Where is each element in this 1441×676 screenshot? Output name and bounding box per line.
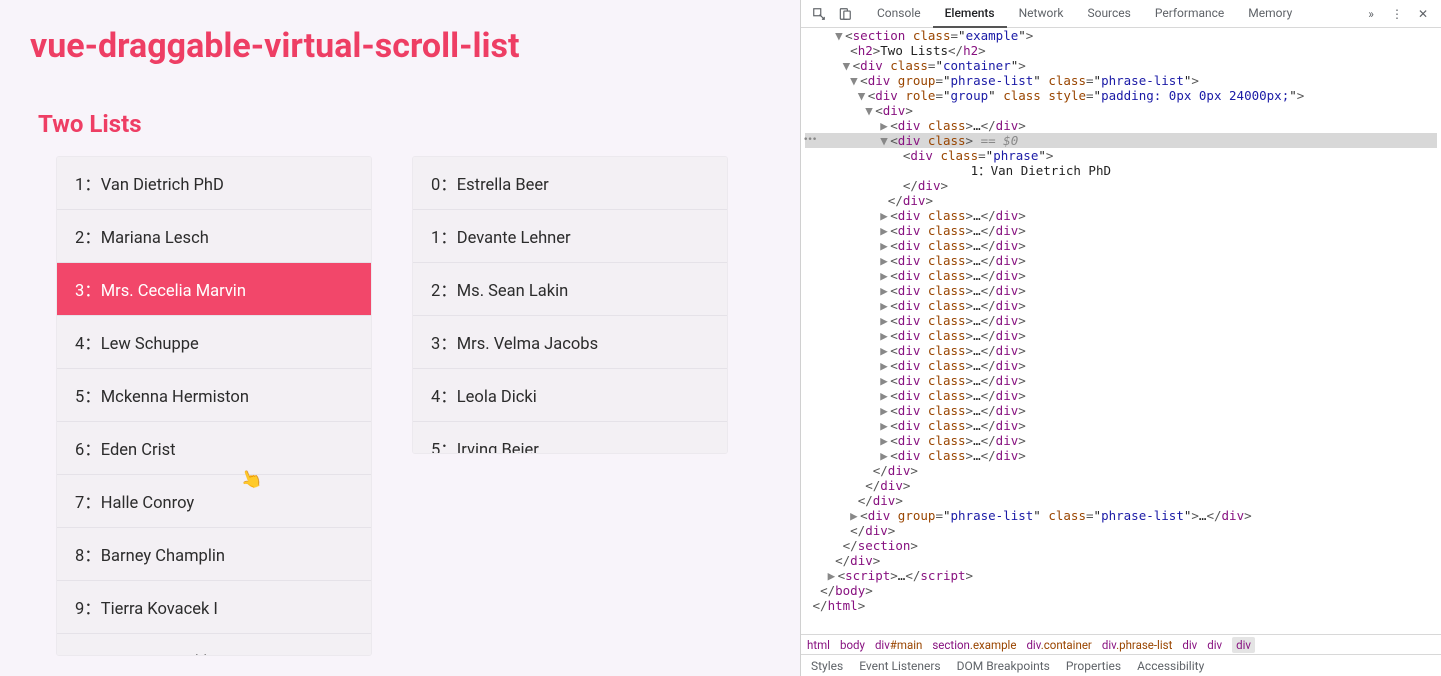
list-item[interactable]: 4：Leola Dicki (413, 369, 727, 422)
breadcrumb[interactable]: html body div#main section.example div.conta… (801, 634, 1441, 654)
dom-tree-line[interactable]: </div> (805, 493, 1437, 508)
dom-tree-line[interactable]: ▶<script>…</script> (805, 568, 1437, 583)
list-item[interactable]: 10：Trenton Hickle (57, 634, 371, 656)
dom-tree-line[interactable]: ▼<section class="example"> (805, 28, 1437, 43)
list-item[interactable]: 1：Devante Lehner (413, 210, 727, 263)
dom-tree-line[interactable]: ▼<div role="group" class style="padding:… (805, 88, 1437, 103)
subtab-dom-breakpoints[interactable]: DOM Breakpoints (957, 659, 1050, 673)
list-item[interactable]: 1：Van Dietrich PhD (57, 157, 371, 210)
devtools-tab-elements[interactable]: Elements (933, 0, 1007, 28)
breadcrumb-item[interactable]: body (840, 638, 865, 652)
dom-tree-line[interactable]: </section> (805, 538, 1437, 553)
dom-tree-line[interactable]: ▶<div class>…</div> (805, 448, 1437, 463)
list-item[interactable]: 7：Halle Conroy (57, 475, 371, 528)
dom-tree-line[interactable]: </div> (805, 463, 1437, 478)
section-title: Two Lists (38, 110, 772, 138)
dom-tree-line[interactable]: <div class="phrase"> (805, 148, 1437, 163)
devtools-tab-performance[interactable]: Performance (1143, 0, 1236, 28)
dom-tree-line[interactable]: <h2>Two Lists</h2> (805, 43, 1437, 58)
phrase-list-a[interactable]: 1：Van Dietrich PhD2：Mariana Lesch3：Mrs. … (56, 156, 372, 656)
list-item[interactable]: 0：Estrella Beer (413, 157, 727, 210)
list-item[interactable]: 3：Mrs. Cecelia Marvin (57, 263, 371, 316)
list-item[interactable]: 5：Irving Beier (413, 422, 727, 454)
more-tabs-icon[interactable]: » (1359, 3, 1383, 25)
phrase-list-b[interactable]: 0：Estrella Beer1：Devante Lehner2：Ms. Sea… (412, 156, 728, 454)
list-item[interactable]: 2：Ms. Sean Lakin (413, 263, 727, 316)
subtab-accessibility[interactable]: Accessibility (1137, 659, 1204, 673)
devtools-subtabs: Styles Event Listeners DOM Breakpoints Prop… (801, 654, 1441, 676)
kebab-menu-icon[interactable]: ⋮ (1385, 3, 1409, 25)
list-item[interactable]: 5：Mckenna Hermiston (57, 369, 371, 422)
dom-tree-line[interactable]: ▶<div class>…</div> (805, 283, 1437, 298)
subtab-properties[interactable]: Properties (1066, 659, 1121, 673)
breadcrumb-item[interactable]: div#main (875, 638, 922, 652)
breadcrumb-item[interactable]: div (1232, 637, 1255, 653)
dom-tree-line[interactable]: ▼<div class="container"> (805, 58, 1437, 73)
dom-tree-line[interactable]: ▶<div group="phrase-list" class="phrase-… (805, 508, 1437, 523)
device-toggle-icon[interactable] (833, 3, 857, 25)
dom-tree-line[interactable]: </div> (805, 178, 1437, 193)
dom-tree-line[interactable]: ▶<div class>…</div> (805, 253, 1437, 268)
dom-tree-line[interactable]: </div> (805, 478, 1437, 493)
devtools-toolbar-right: » ⋮ ✕ (1359, 3, 1435, 25)
list-item[interactable]: 3：Mrs. Velma Jacobs (413, 316, 727, 369)
dom-tree-line[interactable]: ▶<div class>…</div> (805, 328, 1437, 343)
close-devtools-icon[interactable]: ✕ (1411, 3, 1435, 25)
dom-tree-line[interactable]: ▶<div class>…</div> (805, 343, 1437, 358)
dom-tree-line[interactable]: ▶<div class>…</div> (805, 418, 1437, 433)
dom-tree-line[interactable]: ▶<div class>…</div> (805, 313, 1437, 328)
dom-tree-line[interactable]: ▼<div> (805, 103, 1437, 118)
dom-tree-line[interactable]: 1：Van Dietrich PhD (805, 163, 1437, 178)
dom-tree-line[interactable]: ▶<div class>…</div> (805, 268, 1437, 283)
inspect-icon[interactable] (807, 3, 831, 25)
dom-tree-line[interactable]: ▶<div class>…</div> (805, 388, 1437, 403)
breadcrumb-item[interactable]: html (807, 638, 830, 652)
devtools-panel: ConsoleElementsNetworkSourcesPerformance… (800, 0, 1441, 676)
list-item[interactable]: 4：Lew Schuppe (57, 316, 371, 369)
list-item[interactable]: 2：Mariana Lesch (57, 210, 371, 263)
dom-tree-line[interactable]: </div> (805, 553, 1437, 568)
breadcrumb-item[interactable]: section.example (932, 638, 1016, 652)
subtab-event-listeners[interactable]: Event Listeners (859, 659, 940, 673)
dom-tree-line[interactable]: ▶<div class>…</div> (805, 208, 1437, 223)
breadcrumb-item[interactable]: div (1182, 638, 1197, 652)
dom-tree-line[interactable]: ▶<div class>…</div> (805, 373, 1437, 388)
dom-tree[interactable]: ▼<section class="example"> <h2>Two Lists… (801, 28, 1441, 634)
devtools-tab-console[interactable]: Console (865, 0, 933, 28)
breadcrumb-item[interactable]: div.container (1026, 638, 1091, 652)
dom-tree-line[interactable]: ▶<div class>…</div> (805, 118, 1437, 133)
dom-tree-line[interactable]: </div> (805, 523, 1437, 538)
breadcrumb-item[interactable]: div (1207, 638, 1222, 652)
dom-tree-line[interactable]: ▼<div group="phrase-list" class="phrase-… (805, 73, 1437, 88)
dom-tree-line[interactable]: </html> (805, 598, 1437, 613)
subtab-styles[interactable]: Styles (811, 659, 843, 673)
breadcrumb-item[interactable]: div.phrase-list (1102, 638, 1173, 652)
list-item[interactable]: 9：Tierra Kovacek I (57, 581, 371, 634)
dom-tree-line[interactable]: ▶<div class>…</div> (805, 358, 1437, 373)
devtools-tab-sources[interactable]: Sources (1075, 0, 1142, 28)
dom-tree-line[interactable]: ▶<div class>…</div> (805, 433, 1437, 448)
lists-container: 1：Van Dietrich PhD2：Mariana Lesch3：Mrs. … (28, 156, 772, 656)
page-title: vue-draggable-virtual-scroll-list (30, 26, 772, 66)
devtools-tabs: ConsoleElementsNetworkSourcesPerformance… (865, 0, 1304, 28)
list-item[interactable]: 6：Eden Crist (57, 422, 371, 475)
dom-tree-line[interactable]: ▶<div class>…</div> (805, 298, 1437, 313)
devtools-tab-memory[interactable]: Memory (1236, 0, 1304, 28)
dom-tree-line[interactable]: ▶<div class>…</div> (805, 403, 1437, 418)
dom-tree-line[interactable]: ▼<div class> == $0 (805, 133, 1437, 148)
devtools-toolbar: ConsoleElementsNetworkSourcesPerformance… (801, 0, 1441, 28)
dom-tree-line[interactable]: </div> (805, 193, 1437, 208)
dom-tree-line[interactable]: </body> (805, 583, 1437, 598)
dom-tree-line[interactable]: ▶<div class>…</div> (805, 223, 1437, 238)
app-root: vue-draggable-virtual-scroll-list Two Li… (0, 0, 800, 676)
list-item[interactable]: 8：Barney Champlin (57, 528, 371, 581)
devtools-tab-network[interactable]: Network (1007, 0, 1076, 28)
dom-tree-line[interactable]: ▶<div class>…</div> (805, 238, 1437, 253)
